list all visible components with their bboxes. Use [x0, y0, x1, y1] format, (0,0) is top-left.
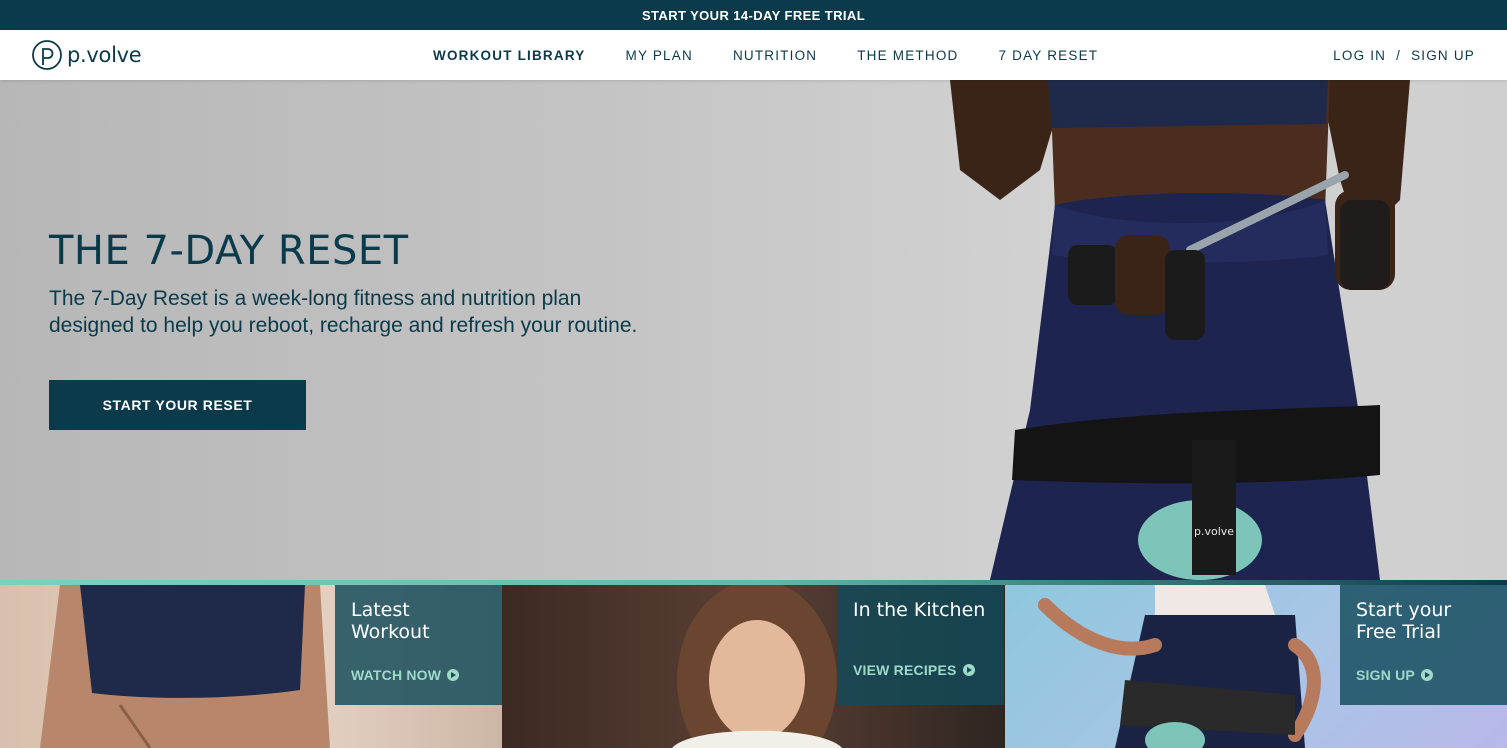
- in-the-kitchen-card[interactable]: In the Kitchen VIEW RECIPES: [502, 585, 1005, 748]
- play-circle-icon: [1420, 669, 1433, 681]
- latest-workout-card[interactable]: Latest Workout WATCH NOW: [0, 585, 502, 748]
- nav-workout-library[interactable]: WORKOUT LIBRARY: [433, 48, 586, 63]
- auth-separator: /: [1396, 47, 1402, 63]
- view-recipes-link[interactable]: VIEW RECIPES: [853, 662, 975, 678]
- pvolve-logo-icon: [32, 40, 62, 70]
- nav-7-day-reset[interactable]: 7 DAY RESET: [998, 48, 1098, 63]
- feature-cards: Latest Workout WATCH NOW In the Kitchen …: [0, 585, 1507, 748]
- watch-now-link[interactable]: WATCH NOW: [351, 667, 460, 683]
- nav-links: WORKOUT LIBRARY MY PLAN NUTRITION THE ME…: [433, 30, 1138, 80]
- auth-links: LOG IN / SIGN UP: [1333, 30, 1475, 80]
- promo-text: START YOUR 14-DAY FREE TRIAL: [641, 7, 866, 23]
- hero-title: THE 7-DAY RESET: [49, 228, 409, 274]
- card-title: Start your Free Trial: [1356, 599, 1452, 643]
- card-cta-label: WATCH NOW: [351, 667, 442, 683]
- play-circle-icon: [962, 664, 975, 676]
- brand-name: p.volve: [67, 43, 142, 67]
- hero-description: The 7-Day Reset is a week-long fitness a…: [49, 287, 638, 337]
- login-link[interactable]: LOG IN: [1333, 48, 1386, 63]
- nav-the-method[interactable]: THE METHOD: [857, 48, 958, 63]
- play-circle-icon: [447, 669, 460, 681]
- promo-banner[interactable]: START YOUR 14-DAY FREE TRIAL: [0, 0, 1507, 30]
- product-mark: p.volve: [1194, 525, 1234, 538]
- free-trial-card[interactable]: Start your Free Trial SIGN UP: [1005, 585, 1507, 748]
- brand-logo[interactable]: p.volve: [31, 39, 142, 71]
- card-title: Latest Workout: [351, 599, 430, 643]
- free-trial-panel: Start your Free Trial SIGN UP: [1340, 585, 1507, 705]
- card-title: In the Kitchen: [853, 599, 986, 621]
- nav-my-plan[interactable]: MY PLAN: [626, 48, 693, 63]
- start-reset-button[interactable]: START YOUR RESET: [49, 380, 306, 430]
- main-navigation: p.volve WORKOUT LIBRARY MY PLAN NUTRITIO…: [0, 30, 1507, 80]
- hero-model-image: p.volve: [950, 80, 1410, 580]
- card-cta-label: SIGN UP: [1356, 667, 1415, 683]
- card-cta-label: VIEW RECIPES: [853, 662, 957, 678]
- in-the-kitchen-panel: In the Kitchen VIEW RECIPES: [837, 585, 1004, 705]
- sign-up-link[interactable]: SIGN UP: [1356, 667, 1433, 683]
- nav-nutrition[interactable]: NUTRITION: [733, 48, 817, 63]
- latest-workout-panel: Latest Workout WATCH NOW: [335, 585, 502, 705]
- signup-link[interactable]: SIGN UP: [1411, 48, 1475, 63]
- hero-banner: p.volve THE 7-DAY RESET The 7-Day Reset …: [0, 80, 1507, 580]
